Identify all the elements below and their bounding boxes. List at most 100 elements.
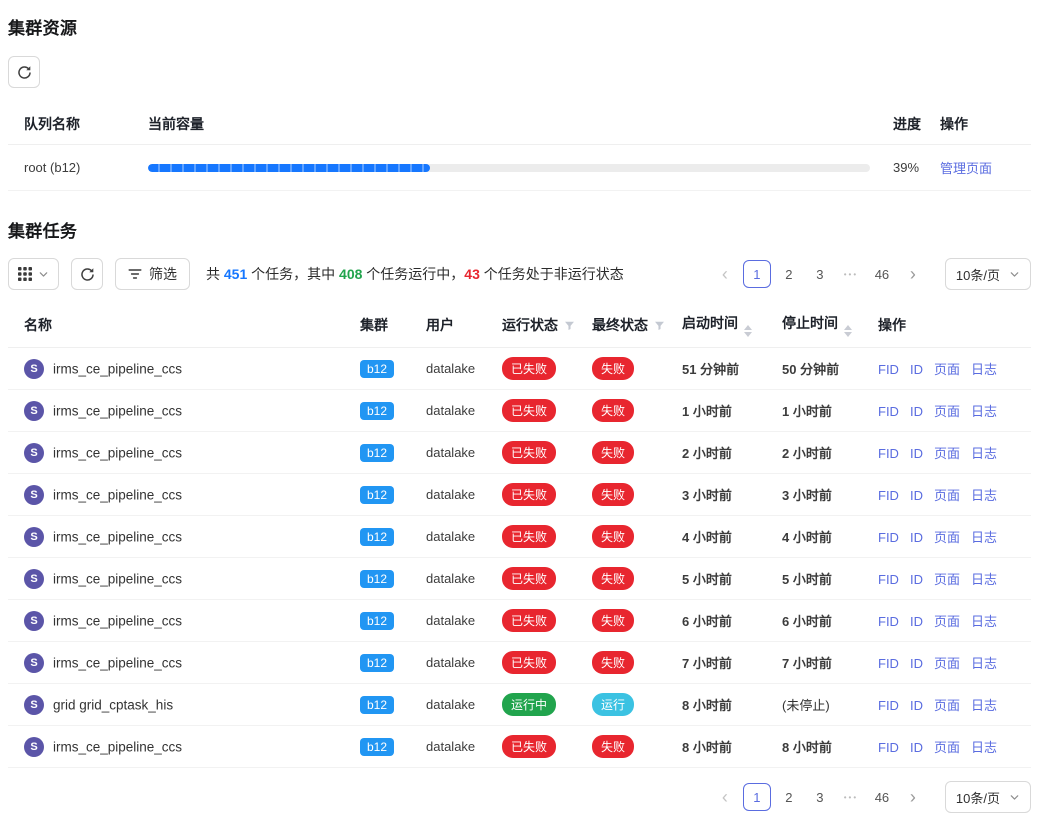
pagination-page-2[interactable]: 2 [776, 783, 802, 811]
col-progress: 进度 [893, 114, 940, 134]
tasks-toolbar: 筛选 共 451 个任务，其中 408 个任务运行中，43 个任务处于非运行状态… [8, 258, 1031, 290]
page-link[interactable]: 页面 [934, 572, 960, 587]
task-name-cell: Sgrid grid_cptask_his [8, 684, 344, 726]
progress-percent: 39% [893, 160, 940, 175]
log-link[interactable]: 日志 [971, 698, 997, 713]
resources-refresh-button[interactable] [8, 56, 40, 88]
task-avatar: S [24, 611, 44, 631]
fid-link[interactable]: FID [878, 446, 899, 461]
run-status-filter-icon[interactable] [564, 318, 575, 334]
fid-link[interactable]: FID [878, 614, 899, 629]
total-count: 451 [224, 266, 247, 282]
task-row: Sirms_ce_pipeline_ccs b12 datalake 已失败 失… [8, 390, 1031, 432]
task-avatar: S [24, 527, 44, 547]
resource-row: root (b12) 39% 管理页面 [8, 145, 1031, 191]
task-start-time: 51 分钟前 [666, 348, 766, 390]
task-avatar: S [24, 569, 44, 589]
cluster-tag: b12 [360, 402, 394, 420]
task-row: Sirms_ce_pipeline_ccs b12 datalake 已失败 失… [8, 432, 1031, 474]
task-user: datalake [410, 726, 486, 768]
log-link[interactable]: 日志 [971, 614, 997, 629]
task-row: Sirms_ce_pipeline_ccs b12 datalake 已失败 失… [8, 558, 1031, 600]
progress-fill [148, 164, 430, 172]
log-link[interactable]: 日志 [971, 488, 997, 503]
page-link[interactable]: 页面 [934, 740, 960, 755]
view-grid-dropdown-button[interactable] [8, 258, 59, 290]
final-status-filter-icon[interactable] [654, 318, 665, 334]
pagination-ellipsis[interactable]: ••• [838, 260, 864, 288]
pagination-page-46[interactable]: 46 [869, 783, 895, 811]
pagination-page-46[interactable]: 46 [869, 260, 895, 288]
page-size-select[interactable]: 10条/页 [945, 258, 1031, 290]
fid-link[interactable]: FID [878, 572, 899, 587]
task-start-time: 3 小时前 [666, 474, 766, 516]
id-link[interactable]: ID [910, 362, 923, 377]
task-row: Sirms_ce_pipeline_ccs b12 datalake 已失败 失… [8, 474, 1031, 516]
page-link[interactable]: 页面 [934, 404, 960, 419]
id-link[interactable]: ID [910, 698, 923, 713]
capacity-progress-bar [148, 164, 870, 172]
pagination-ellipsis[interactable]: ••• [838, 783, 864, 811]
pagination-page-1[interactable]: 1 [743, 783, 771, 811]
pagination-page-3[interactable]: 3 [807, 260, 833, 288]
stop-time-sorter-icon[interactable] [844, 325, 852, 337]
cluster-tag: b12 [360, 654, 394, 672]
pagination-page-3[interactable]: 3 [807, 783, 833, 811]
log-link[interactable]: 日志 [971, 362, 997, 377]
fid-link[interactable]: FID [878, 488, 899, 503]
col-capacity: 当前容量 [148, 114, 893, 134]
task-user: datalake [410, 642, 486, 684]
id-link[interactable]: ID [910, 740, 923, 755]
id-link[interactable]: ID [910, 488, 923, 503]
log-link[interactable]: 日志 [971, 572, 997, 587]
fid-link[interactable]: FID [878, 404, 899, 419]
log-link[interactable]: 日志 [971, 404, 997, 419]
log-link[interactable]: 日志 [971, 446, 997, 461]
running-count: 408 [339, 266, 362, 282]
pagination-page-2[interactable]: 2 [776, 260, 802, 288]
pagination-next-button[interactable]: › [900, 783, 926, 811]
id-link[interactable]: ID [910, 656, 923, 671]
id-link[interactable]: ID [910, 572, 923, 587]
cluster-tag: b12 [360, 570, 394, 588]
id-link[interactable]: ID [910, 404, 923, 419]
summary-part-3: 个任务运行中， [362, 266, 464, 282]
pagination-prev-button[interactable]: ‹ [712, 783, 738, 811]
log-link[interactable]: 日志 [971, 530, 997, 545]
run-status-badge: 运行中 [502, 693, 556, 716]
tasks-refresh-button[interactable] [71, 258, 103, 290]
log-link[interactable]: 日志 [971, 656, 997, 671]
start-time-sorter-icon[interactable] [744, 325, 752, 337]
task-user: datalake [410, 390, 486, 432]
pagination-page-1[interactable]: 1 [743, 260, 771, 288]
page-link[interactable]: 页面 [934, 698, 960, 713]
page-link[interactable]: 页面 [934, 446, 960, 461]
pagination-prev-button[interactable]: ‹ [712, 260, 738, 288]
fid-link[interactable]: FID [878, 530, 899, 545]
run-status-badge: 已失败 [502, 525, 556, 548]
filter-button[interactable]: 筛选 [115, 258, 190, 290]
fid-link[interactable]: FID [878, 656, 899, 671]
page-link[interactable]: 页面 [934, 362, 960, 377]
page-link[interactable]: 页面 [934, 614, 960, 629]
bottom-pagination: ‹ 1 2 3 ••• 46 › 10条/页 [712, 781, 1031, 813]
task-name: irms_ce_pipeline_ccs [53, 361, 182, 376]
id-link[interactable]: ID [910, 446, 923, 461]
pagination-next-button[interactable]: › [900, 260, 926, 288]
final-status-badge: 失败 [592, 567, 634, 590]
fid-link[interactable]: FID [878, 740, 899, 755]
fid-link[interactable]: FID [878, 362, 899, 377]
id-link[interactable]: ID [910, 530, 923, 545]
task-start-time: 1 小时前 [666, 390, 766, 432]
task-avatar: S [24, 695, 44, 715]
log-link[interactable]: 日志 [971, 740, 997, 755]
fid-link[interactable]: FID [878, 698, 899, 713]
page-link[interactable]: 页面 [934, 488, 960, 503]
id-link[interactable]: ID [910, 614, 923, 629]
page-link[interactable]: 页面 [934, 530, 960, 545]
manage-page-link[interactable]: 管理页面 [940, 161, 992, 176]
task-user: datalake [410, 600, 486, 642]
page-link[interactable]: 页面 [934, 656, 960, 671]
task-name: irms_ce_pipeline_ccs [53, 529, 182, 544]
page-size-select[interactable]: 10条/页 [945, 781, 1031, 813]
